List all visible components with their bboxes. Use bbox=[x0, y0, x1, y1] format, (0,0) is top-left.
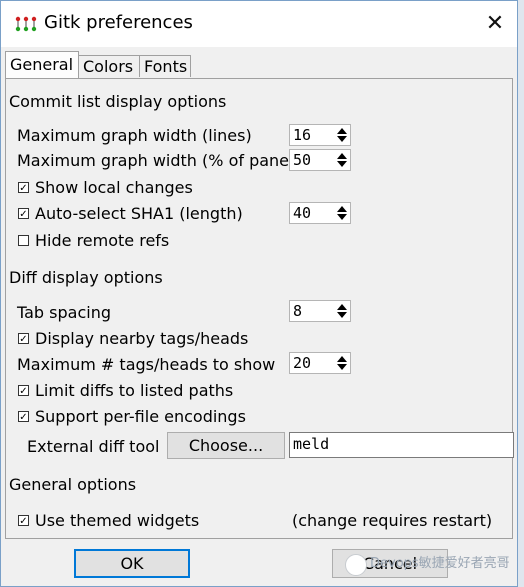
spinbox-value: 40 bbox=[293, 204, 312, 222]
max-graph-width-pct-label: Maximum graph width (% of pane) bbox=[17, 151, 296, 170]
diff-options-heading: Diff display options bbox=[9, 268, 163, 287]
display-nearby-tags-label: Display nearby tags/heads bbox=[35, 329, 249, 348]
spin-arrows-icon[interactable] bbox=[336, 151, 348, 169]
show-local-changes-checkbox[interactable]: ✓ bbox=[18, 182, 29, 194]
max-graph-width-pct-spinbox[interactable]: 50 bbox=[289, 149, 351, 171]
ok-button[interactable]: OK bbox=[74, 549, 190, 578]
auto-select-sha1-label: Auto-select SHA1 (length) bbox=[35, 204, 243, 223]
background-window-edge bbox=[518, 0, 524, 587]
choose-diff-tool-button[interactable]: Choose... bbox=[167, 432, 285, 459]
display-nearby-tags-checkbox[interactable]: ✓ bbox=[18, 333, 29, 345]
gitk-app-icon bbox=[15, 16, 37, 32]
hide-remote-refs-label: Hide remote refs bbox=[35, 231, 170, 250]
tab-fonts[interactable]: Fonts bbox=[139, 55, 191, 77]
spinbox-value: 8 bbox=[293, 302, 303, 320]
tab-spacing-label: Tab spacing bbox=[17, 303, 112, 322]
use-themed-widgets-label: Use themed widgets bbox=[35, 511, 200, 530]
spin-arrows-icon[interactable] bbox=[336, 204, 348, 222]
per-file-encodings-label: Support per-file encodings bbox=[35, 407, 246, 426]
max-tags-heads-label: Maximum # tags/heads to show bbox=[17, 355, 276, 374]
limit-diffs-label: Limit diffs to listed paths bbox=[35, 381, 234, 400]
max-graph-width-lines-spinbox[interactable]: 16 bbox=[289, 124, 351, 146]
max-tags-heads-spinbox[interactable]: 20 bbox=[289, 352, 351, 374]
external-diff-tool-field[interactable]: meld bbox=[289, 432, 514, 458]
spinbox-value: 20 bbox=[293, 354, 312, 372]
max-graph-width-lines-label: Maximum graph width (lines) bbox=[17, 126, 252, 145]
auto-select-sha1-length-spinbox[interactable]: 40 bbox=[289, 202, 351, 224]
show-local-changes-label: Show local changes bbox=[35, 178, 193, 197]
window-title: Gitk preferences bbox=[44, 12, 193, 33]
spinbox-value: 50 bbox=[293, 151, 312, 169]
restart-note: (change requires restart) bbox=[292, 511, 493, 530]
preferences-dialog: Gitk preferences ✕ General Colors Fonts … bbox=[0, 0, 518, 587]
watermark-logo-icon bbox=[345, 554, 367, 576]
auto-select-sha1-checkbox[interactable]: ✓ bbox=[18, 208, 29, 220]
hide-remote-refs-checkbox[interactable] bbox=[18, 235, 29, 246]
use-themed-widgets-checkbox[interactable]: ✓ bbox=[18, 515, 29, 527]
external-diff-label: External diff tool bbox=[27, 437, 160, 456]
watermark-text: Devops敏捷爱好者亮哥 bbox=[370, 556, 510, 571]
tab-colors[interactable]: Colors bbox=[78, 55, 140, 77]
title-bar: Gitk preferences ✕ bbox=[1, 1, 517, 47]
commit-list-heading: Commit list display options bbox=[9, 92, 227, 111]
general-options-heading: General options bbox=[9, 475, 137, 494]
spin-arrows-icon[interactable] bbox=[336, 302, 348, 320]
tab-spacing-spinbox[interactable]: 8 bbox=[289, 300, 351, 322]
per-file-encodings-checkbox[interactable]: ✓ bbox=[18, 411, 29, 423]
spin-arrows-icon[interactable] bbox=[336, 126, 348, 144]
close-button[interactable]: ✕ bbox=[475, 9, 515, 39]
tab-general[interactable]: General bbox=[5, 51, 79, 78]
limit-diffs-checkbox[interactable]: ✓ bbox=[18, 385, 29, 397]
spin-arrows-icon[interactable] bbox=[336, 354, 348, 372]
spinbox-value: 16 bbox=[293, 126, 312, 144]
